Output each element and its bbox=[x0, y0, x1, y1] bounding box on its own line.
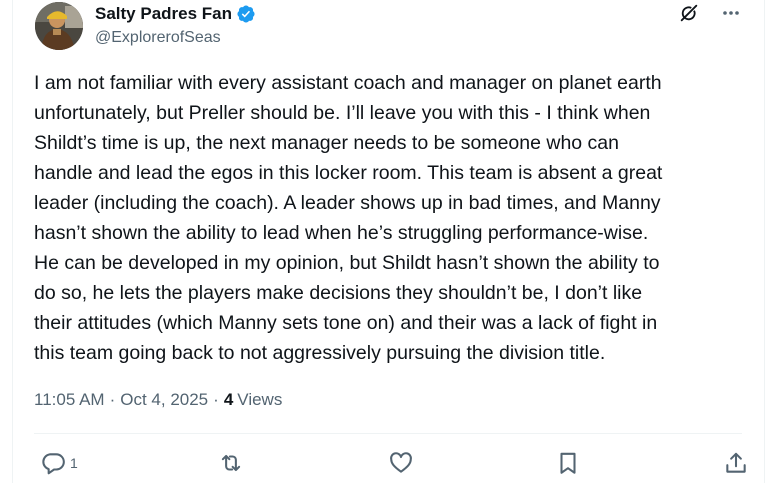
author-name-row[interactable]: Salty Padres Fan bbox=[95, 4, 256, 24]
views-label: Views bbox=[237, 390, 283, 409]
tweet-card: Salty Padres Fan @ExplorerofSeas I am no… bbox=[12, 0, 765, 483]
tweet-header-actions bbox=[658, 2, 742, 24]
bookmark-icon bbox=[560, 452, 576, 474]
tweet-text: I am not familiar with every assistant c… bbox=[34, 72, 663, 364]
verified-badge-icon bbox=[237, 5, 255, 23]
share-icon bbox=[726, 452, 746, 473]
tweet-date[interactable]: Oct 4, 2025 bbox=[120, 389, 208, 411]
avatar-photo bbox=[35, 2, 83, 50]
separator-dot: · bbox=[213, 390, 219, 409]
more-options-icon[interactable] bbox=[720, 2, 742, 24]
author-avatar[interactable] bbox=[35, 2, 83, 50]
separator-dot: · bbox=[109, 390, 116, 409]
divider bbox=[34, 433, 742, 434]
tweet-action-bar: 1 bbox=[40, 449, 746, 477]
tweet-time[interactable]: 11:05 AM bbox=[34, 389, 105, 411]
reply-button[interactable]: 1 bbox=[40, 449, 78, 477]
share-button[interactable] bbox=[723, 449, 749, 477]
like-button[interactable] bbox=[388, 449, 414, 477]
author-handle[interactable]: @ExplorerofSeas bbox=[95, 28, 221, 48]
bookmark-button[interactable] bbox=[555, 449, 581, 477]
tweet-metadata: 11:05 AM · Oct 4, 2025 · 4 Views bbox=[34, 389, 282, 411]
views-count: 4 bbox=[223, 390, 234, 409]
grok-icon[interactable] bbox=[678, 2, 700, 24]
repost-button[interactable] bbox=[218, 449, 244, 477]
author-display-name[interactable]: Salty Padres Fan bbox=[95, 4, 232, 24]
repost-icon bbox=[221, 454, 241, 472]
reply-icon bbox=[42, 453, 65, 475]
like-icon bbox=[390, 452, 412, 473]
reply-count: 1 bbox=[70, 455, 78, 471]
